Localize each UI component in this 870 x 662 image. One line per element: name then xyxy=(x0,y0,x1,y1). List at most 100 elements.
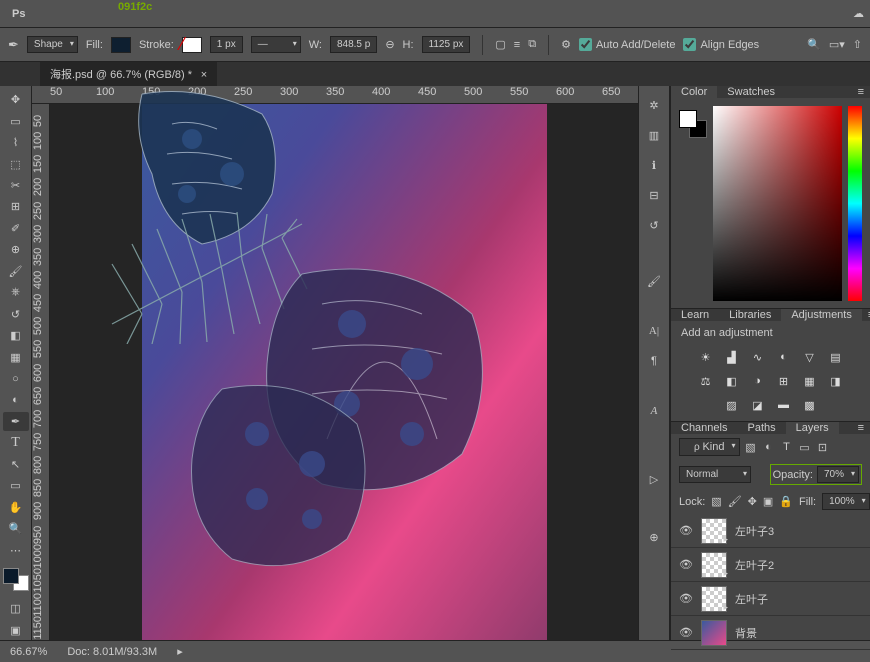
document-tab[interactable]: 海报.psd @ 66.7% (RGB/8) * × xyxy=(40,62,217,86)
layer-row[interactable]: 👁 ▸ 左叶子 xyxy=(671,582,870,616)
fg-bg-swatch[interactable] xyxy=(3,568,29,591)
marquee-tool[interactable]: ▭ xyxy=(3,111,29,130)
panel-menu-icon[interactable]: ≡ xyxy=(862,309,870,321)
status-chevron-icon[interactable]: ▸ xyxy=(177,645,183,658)
filter-type-icon[interactable]: T xyxy=(780,441,794,453)
type-tool[interactable]: T xyxy=(3,433,29,452)
quick-select-tool[interactable]: ⬚ xyxy=(3,154,29,173)
brightness-icon[interactable]: ☀ xyxy=(697,349,715,365)
tab-channels[interactable]: Channels xyxy=(671,422,737,434)
histogram-icon[interactable]: ▥ xyxy=(641,124,667,146)
stroke-width-input[interactable]: 1 px xyxy=(210,36,243,53)
move-tool[interactable]: ✥ xyxy=(3,90,29,109)
lock-trans-icon[interactable]: ▧ xyxy=(711,495,721,508)
tab-learn[interactable]: Learn xyxy=(671,309,719,321)
character-icon[interactable]: A| xyxy=(641,320,667,342)
path-align-icon[interactable]: ≡ xyxy=(514,39,520,51)
eyedropper-tool[interactable]: ✐ xyxy=(3,219,29,238)
layer-thumb[interactable]: ▸ xyxy=(701,586,727,612)
history-icon[interactable]: ↺ xyxy=(641,214,667,236)
workspace-icon[interactable]: ▭▾ xyxy=(829,38,845,51)
stamp-tool[interactable]: ⎈ xyxy=(3,283,29,302)
gradient-map-icon[interactable]: ▬ xyxy=(775,397,793,413)
stroke-style-dropdown[interactable]: — xyxy=(251,36,301,53)
actions-icon[interactable]: ▷ xyxy=(641,468,667,490)
zoom-tool[interactable]: 🔍 xyxy=(3,519,29,538)
brushes-icon[interactable]: 🖌 xyxy=(641,270,667,292)
stroke-swatch[interactable]: ⁄ xyxy=(182,37,202,53)
hue-slider[interactable] xyxy=(848,106,862,301)
canvas-area[interactable]: 5010015020025030035040045050055060065070… xyxy=(32,86,638,640)
lock-nest-icon[interactable]: ▣ xyxy=(763,495,773,508)
auto-add-delete-checkbox[interactable]: Auto Add/Delete xyxy=(579,38,676,51)
layer-name[interactable]: 左叶子2 xyxy=(735,557,774,573)
visibility-icon[interactable]: 👁 xyxy=(679,626,693,639)
visibility-icon[interactable]: 👁 xyxy=(679,524,693,537)
brush-tool[interactable]: 🖌 xyxy=(3,262,29,281)
visibility-icon[interactable]: 👁 xyxy=(679,558,693,571)
layer-thumb[interactable] xyxy=(701,620,727,646)
frame-tool[interactable]: ⊞ xyxy=(3,197,29,216)
screen-mode-icon[interactable]: ▣ xyxy=(3,620,29,639)
threshold-icon[interactable]: ◪ xyxy=(749,397,767,413)
eraser-tool[interactable]: ◧ xyxy=(3,326,29,345)
lock-paint-icon[interactable]: 🖌 xyxy=(728,495,742,508)
quick-mask-icon[interactable]: ◫ xyxy=(3,599,29,618)
blur-tool[interactable]: ○ xyxy=(3,369,29,388)
crop-tool[interactable]: ✂ xyxy=(3,176,29,195)
levels-icon[interactable]: ▟ xyxy=(723,349,741,365)
link-wh-icon[interactable]: ⊖ xyxy=(385,38,394,51)
vibrance-icon[interactable]: ▽ xyxy=(801,349,819,365)
posterize-icon[interactable]: ▨ xyxy=(723,397,741,413)
hand-tool[interactable]: ✋ xyxy=(3,498,29,517)
layer-kind-dropdown[interactable]: ρ Kind xyxy=(679,438,740,456)
selective-color-icon[interactable]: ▩ xyxy=(801,397,819,413)
rectangle-tool[interactable]: ▭ xyxy=(3,476,29,495)
tab-adjustments[interactable]: Adjustments xyxy=(781,309,862,321)
edit-toolbar[interactable]: ⋯ xyxy=(3,541,29,560)
fg-bg-color[interactable] xyxy=(679,110,707,138)
color-balance-icon[interactable]: ⚖ xyxy=(697,373,715,389)
history-brush-tool[interactable]: ↺ xyxy=(3,305,29,324)
dodge-tool[interactable]: ◐ xyxy=(3,390,29,409)
filter-shape-icon[interactable]: ▭ xyxy=(798,441,812,454)
tab-swatches[interactable]: Swatches xyxy=(717,86,785,98)
hue-sat-icon[interactable]: ▤ xyxy=(827,349,845,365)
height-input[interactable]: 1125 px xyxy=(422,36,471,53)
paragraph-icon[interactable]: ¶ xyxy=(641,350,667,372)
tool-preset-icon[interactable]: ✒ xyxy=(8,37,19,53)
tab-color[interactable]: Color xyxy=(671,86,717,98)
healing-tool[interactable]: ⊕ xyxy=(3,240,29,259)
tab-paths[interactable]: Paths xyxy=(737,422,785,434)
layer-row[interactable]: 👁 ▸ 左叶子2 xyxy=(671,548,870,582)
tool-mode-dropdown[interactable]: Shape xyxy=(27,36,78,53)
fill-swatch[interactable] xyxy=(111,37,131,53)
path-op-combine-icon[interactable]: ▢ xyxy=(495,38,505,51)
layer-name[interactable]: 左叶子3 xyxy=(735,523,774,539)
path-select-tool[interactable]: ↖ xyxy=(3,455,29,474)
photo-filter-icon[interactable]: ◑ xyxy=(749,373,767,389)
zoom-level[interactable]: 66.67% xyxy=(10,646,47,658)
panel-menu-icon[interactable]: ≡ xyxy=(852,422,870,434)
invert-icon[interactable]: ◨ xyxy=(827,373,845,389)
styles-icon[interactable]: ⊕ xyxy=(641,526,667,548)
fill-opacity-input[interactable]: 100% xyxy=(822,493,870,510)
width-input[interactable]: 848.5 p xyxy=(330,36,377,53)
gear-icon[interactable]: ⚙ xyxy=(561,38,571,51)
pen-tool[interactable]: ✒ xyxy=(3,412,29,431)
layer-thumb[interactable]: ▸ xyxy=(701,518,727,544)
lock-pos-icon[interactable]: ✥ xyxy=(748,495,757,508)
search-icon[interactable]: 🔍 xyxy=(807,38,821,51)
color-lookup-icon[interactable]: ▦ xyxy=(801,373,819,389)
visibility-icon[interactable]: 👁 xyxy=(679,592,693,605)
doc-size[interactable]: Doc: 8.01M/93.3M xyxy=(67,646,157,658)
exposure-icon[interactable]: ◐ xyxy=(775,349,793,365)
color-field[interactable] xyxy=(713,106,842,301)
navigator-icon[interactable]: ✲ xyxy=(641,94,667,116)
layer-row[interactable]: 👁 ▸ 左叶子3 xyxy=(671,514,870,548)
filter-adjust-icon[interactable]: ◐ xyxy=(762,441,776,453)
curves-icon[interactable]: ∿ xyxy=(749,349,767,365)
layer-row[interactable]: 👁 背景 xyxy=(671,616,870,650)
lasso-tool[interactable]: ⌇ xyxy=(3,133,29,152)
cloud-icon[interactable]: ☁ xyxy=(853,7,864,20)
